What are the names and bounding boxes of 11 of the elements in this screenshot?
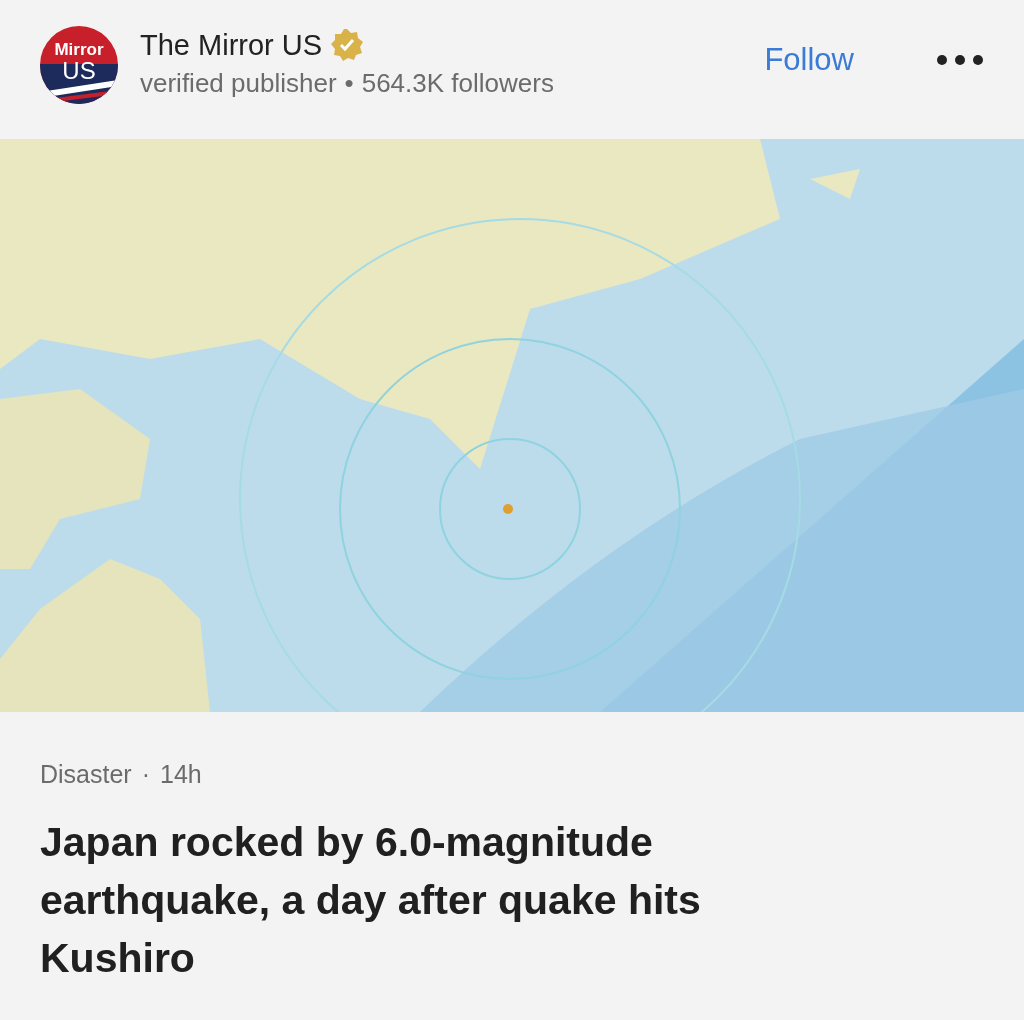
publisher-label: verified publisher bbox=[140, 68, 337, 99]
separator-dot: • bbox=[344, 68, 354, 99]
more-options-icon[interactable] bbox=[936, 53, 984, 66]
category-label[interactable]: Disaster bbox=[40, 760, 132, 789]
separator-dot: · bbox=[141, 760, 150, 789]
post-age: 14h bbox=[160, 760, 202, 789]
publisher-logo: Mirror US bbox=[40, 25, 118, 104]
article-headline[interactable]: Japan rocked by 6.0-magnitude earthquake, a day after quake hits Kushiro bbox=[40, 813, 860, 987]
publisher-name[interactable]: The Mirror US bbox=[140, 28, 323, 62]
follow-button[interactable]: Follow bbox=[760, 37, 858, 82]
follower-count: 564.3K followers bbox=[361, 68, 554, 99]
